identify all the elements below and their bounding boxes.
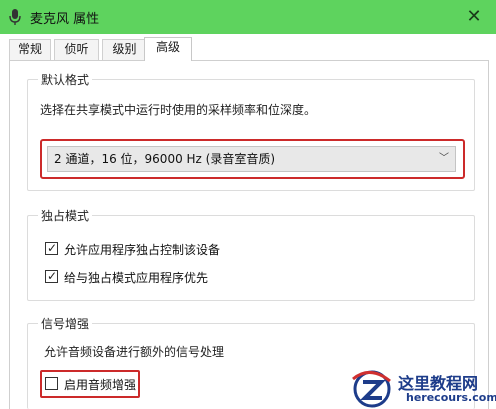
default-format-legend: 默认格式 — [38, 71, 93, 88]
tab-levels[interactable]: 级别 — [102, 39, 147, 60]
exclusive-priority-label: 给与独占模式应用程序优先 — [64, 271, 209, 285]
enable-audio-enhancement-checkbox[interactable] — [45, 377, 58, 390]
close-button[interactable]: ✕ — [462, 5, 486, 29]
tab-general[interactable]: 常规 — [9, 39, 51, 60]
format-select-value: 2 通道，16 位，96000 Hz (录音室音质) — [54, 152, 276, 166]
signal-enhancement-legend: 信号增强 — [38, 315, 93, 332]
checkmark-icon: ✓ — [47, 241, 58, 255]
tab-advanced[interactable]: 高级 — [144, 37, 192, 61]
tab-listen[interactable]: 侦听 — [54, 39, 99, 60]
allow-exclusive-control-checkbox[interactable]: ✓ — [45, 241, 58, 255]
exclusive-mode-group: 独占模式 — [27, 207, 475, 301]
signal-enhancement-description: 允许音频设备进行额外的信号处理 — [44, 345, 225, 359]
exclusive-mode-legend: 独占模式 — [38, 207, 93, 224]
chevron-down-icon: ﹀ — [439, 153, 449, 164]
microphone-icon — [9, 9, 21, 25]
window-title: 麦克风 属性 — [30, 12, 100, 27]
default-format-description: 选择在共享模式中运行时使用的采样频率和位深度。 — [40, 103, 317, 117]
allow-exclusive-control-option[interactable]: ✓ 允许应用程序独占控制该设备 — [45, 241, 265, 257]
format-highlight: 2 通道，16 位，96000 Hz (录音室音质) ﹀ — [40, 139, 465, 179]
checkmark-icon: ✓ — [47, 269, 58, 283]
title-bar: 麦克风 属性 ✕ — [0, 0, 496, 34]
exclusive-priority-option[interactable]: ✓ 给与独占模式应用程序优先 — [45, 269, 245, 285]
watermark-url: herecours.com — [406, 391, 496, 404]
enable-audio-enhancement-option[interactable]: 启用音频增强 — [45, 376, 145, 392]
watermark: 这里教程网 herecours.com — [350, 366, 496, 409]
format-select[interactable]: 2 通道，16 位，96000 Hz (录音室音质) ﹀ — [47, 146, 456, 172]
site-logo-icon — [352, 370, 391, 408]
exclusive-priority-checkbox[interactable]: ✓ — [45, 269, 58, 283]
enable-audio-enhancement-label: 启用音频增强 — [64, 378, 137, 392]
allow-exclusive-control-label: 允许应用程序独占控制该设备 — [64, 243, 221, 257]
